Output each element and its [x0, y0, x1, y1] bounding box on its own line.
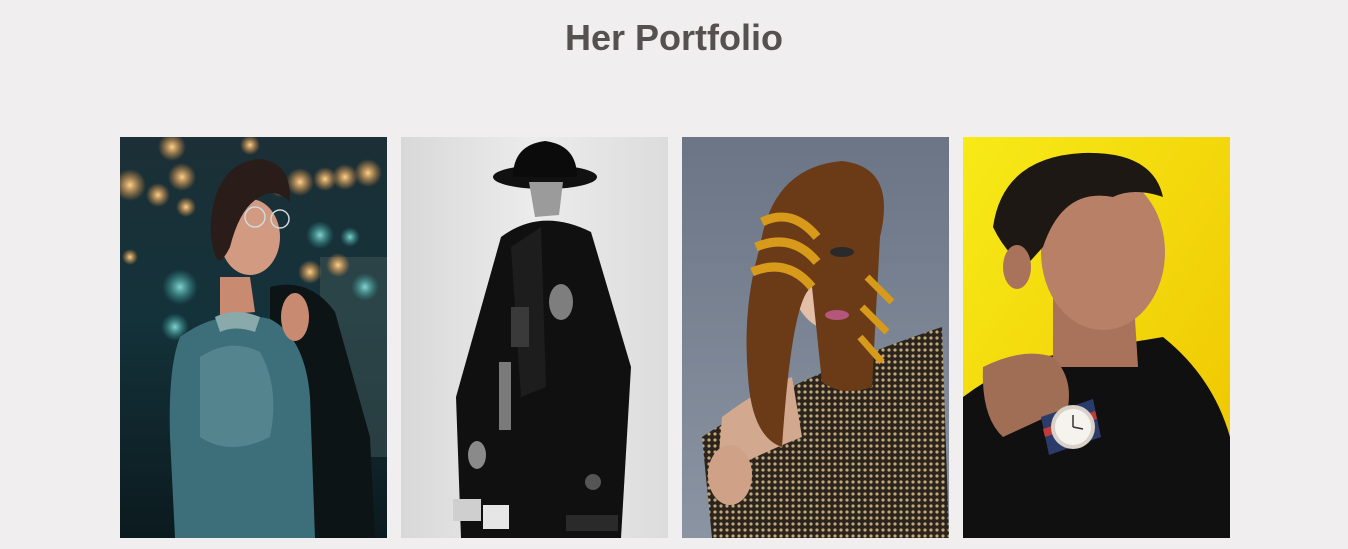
portfolio-image-2[interactable] [401, 137, 668, 538]
portfolio-image-3[interactable] [682, 137, 949, 538]
man-black-coat-photo [401, 137, 668, 538]
woman-striped-hair-photo [682, 137, 949, 538]
portfolio-image-4[interactable] [963, 137, 1230, 538]
page-title: Her Portfolio [564, 17, 783, 58]
man-turtleneck-watch-photo [963, 137, 1230, 538]
woman-lace-dress-photo [120, 137, 387, 538]
portfolio-gallery [120, 137, 1230, 538]
portfolio-image-1[interactable] [120, 137, 387, 538]
